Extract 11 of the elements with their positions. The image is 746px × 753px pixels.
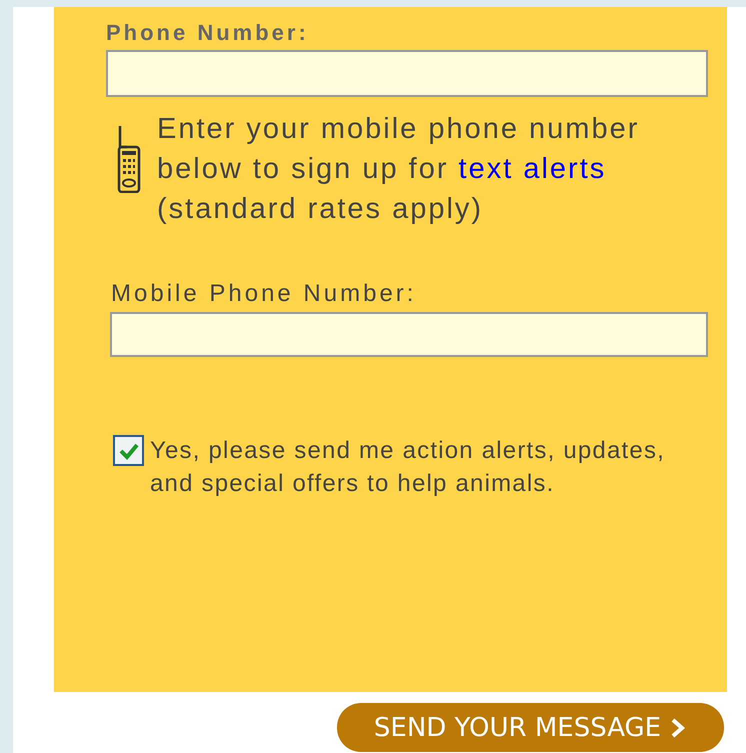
- mobile-phone-field[interactable]: [110, 312, 708, 357]
- phone-number-field[interactable]: [106, 50, 708, 97]
- mobile-phone-icon: [117, 125, 141, 193]
- field-label: Mobile Phone Number:: [111, 279, 418, 309]
- text-alerts-link[interactable]: text alerts: [458, 153, 606, 185]
- opt-in-label: Yes, please send me action alerts, updates, and special offers to help animals.: [150, 436, 666, 499]
- checkbox[interactable]: [113, 435, 144, 466]
- sms-alert-note: Enter your mobile phone number below to sign up for text alerts (standard rates apply): [157, 112, 640, 227]
- chevron-icon: [669, 716, 688, 738]
- send-message-button[interactable]: SEND YOUR MESSAGE: [337, 703, 724, 752]
- field-label: Phone Number:: [106, 19, 310, 47]
